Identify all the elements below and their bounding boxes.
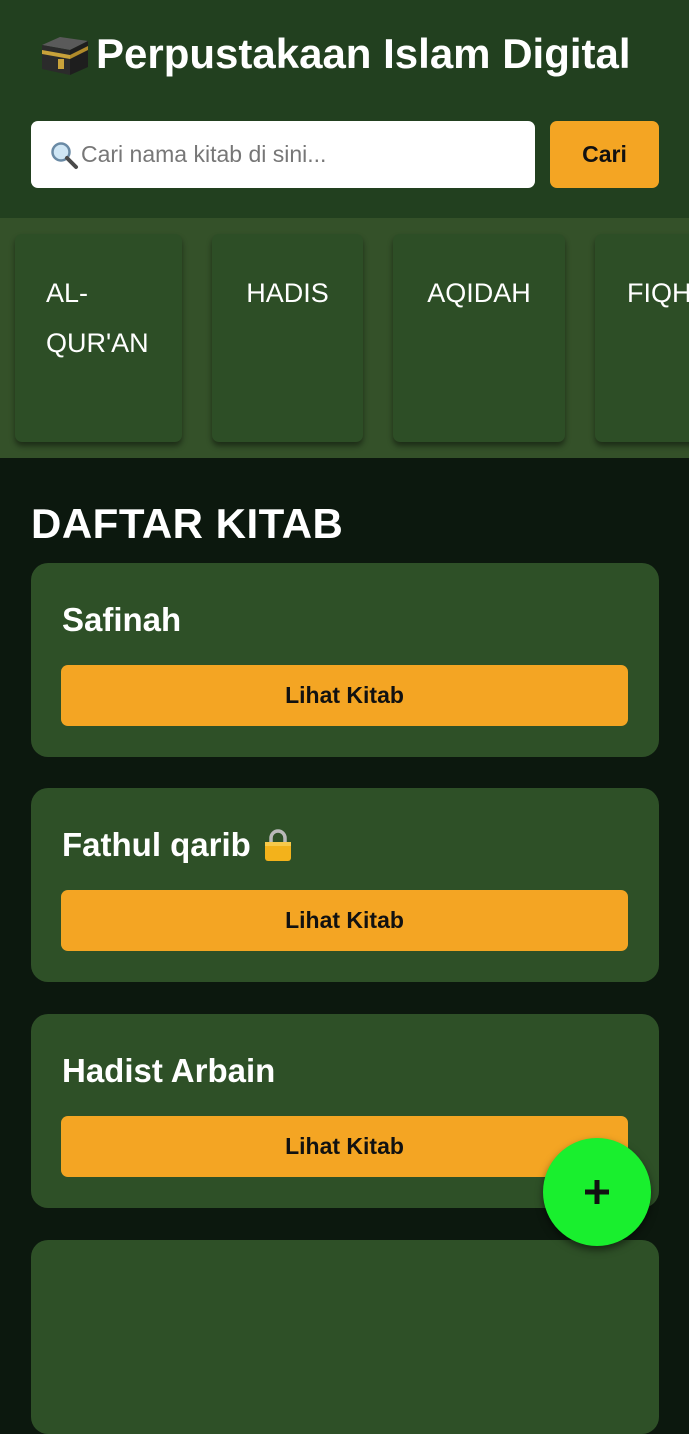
plus-icon xyxy=(585,1180,609,1204)
category-fiqh[interactable]: FIQH xyxy=(595,234,689,442)
search-icon xyxy=(51,141,78,169)
book-card: Fathul qarib Lihat Kitab xyxy=(31,788,659,982)
search-box[interactable] xyxy=(31,121,535,188)
category-label: QUR'AN xyxy=(46,328,149,358)
category-hadis[interactable]: HADIS xyxy=(212,234,363,442)
section-title: DAFTAR KITAB xyxy=(31,500,344,547)
view-book-button[interactable]: Lihat Kitab xyxy=(61,890,628,951)
app-header: Perpustakaan Islam Digital Cari xyxy=(0,0,689,218)
book-title-row: Hadist Arbain xyxy=(62,1052,275,1090)
search-button[interactable]: Cari xyxy=(550,121,659,188)
book-card-partial xyxy=(31,1240,659,1434)
view-book-button[interactable]: Lihat Kitab xyxy=(61,1116,628,1177)
book-title-row: Safinah xyxy=(62,601,181,639)
category-label: FIQH xyxy=(627,278,689,308)
app-title-text: Perpustakaan Islam Digital xyxy=(96,30,631,77)
kaaba-icon xyxy=(38,31,92,77)
add-button[interactable] xyxy=(543,1138,651,1246)
category-label: HADIS xyxy=(246,278,329,308)
search-bar: Cari xyxy=(31,121,659,188)
book-title: Fathul qarib xyxy=(62,826,251,863)
book-title: Hadist Arbain xyxy=(62,1052,276,1089)
search-input[interactable] xyxy=(81,134,501,175)
category-alquran[interactable]: AL- QUR'AN xyxy=(15,234,182,442)
book-card: Safinah Lihat Kitab xyxy=(31,563,659,757)
lock-icon xyxy=(264,829,291,861)
category-label: AQIDAH xyxy=(427,278,531,308)
book-title: Safinah xyxy=(62,601,182,638)
category-aqidah[interactable]: AQIDAH xyxy=(393,234,565,442)
book-title-row: Fathul qarib xyxy=(62,826,293,864)
app-title: Perpustakaan Islam Digital xyxy=(38,26,678,82)
view-book-button[interactable]: Lihat Kitab xyxy=(61,665,628,726)
category-list: AL- QUR'AN HADIS AQIDAH FIQH xyxy=(0,218,689,458)
category-label: AL- xyxy=(46,278,89,308)
